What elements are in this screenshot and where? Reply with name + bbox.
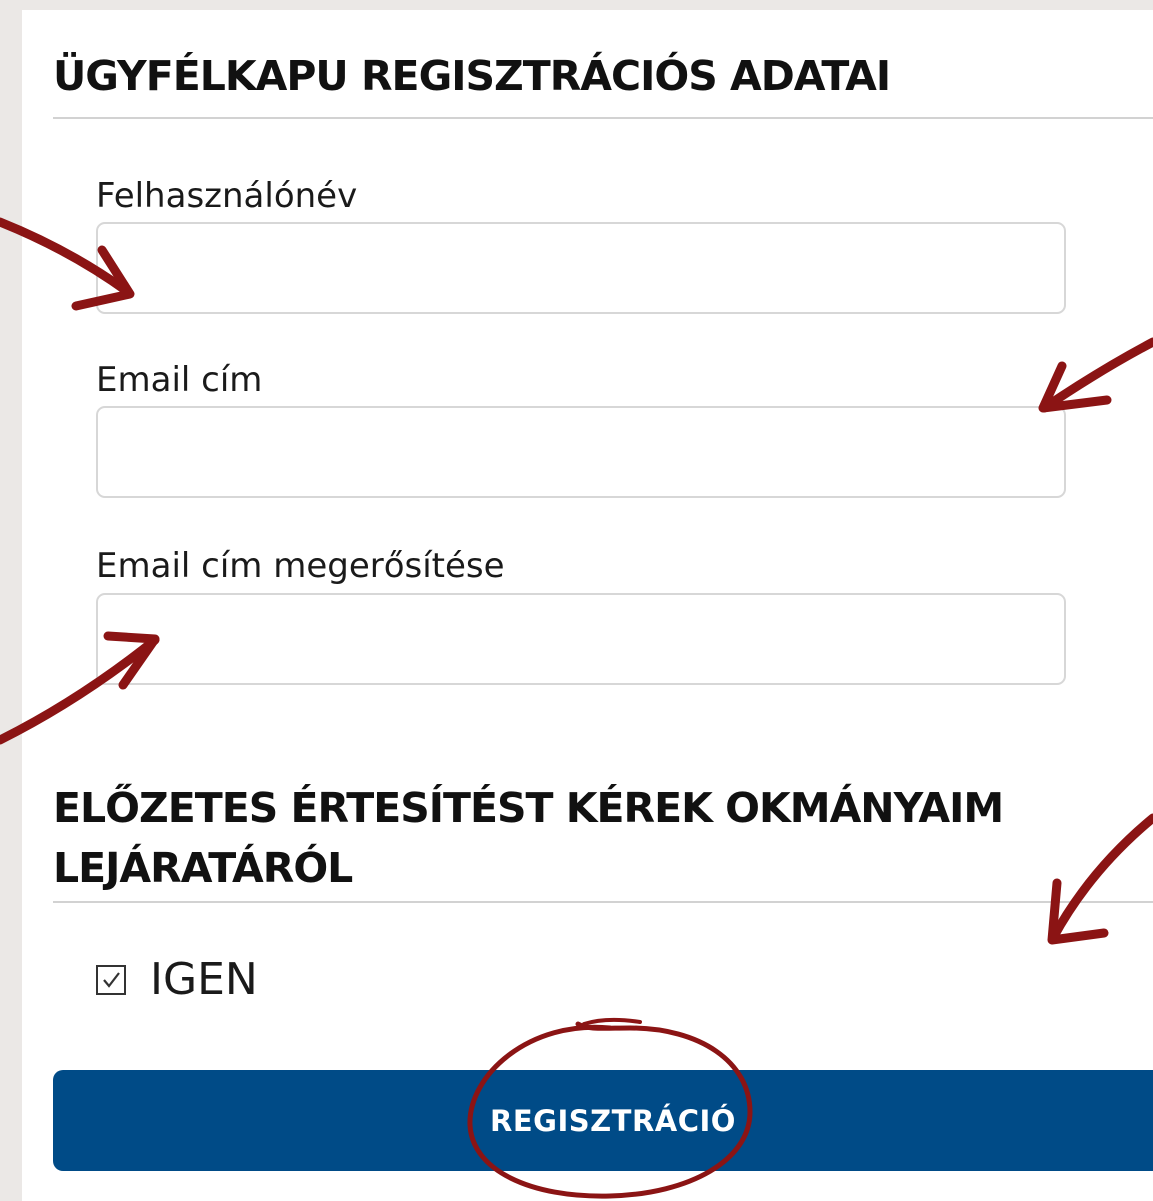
section-title-line-1: ELŐZETES ÉRTESÍTÉST KÉREK OKMÁNYAIM [53, 784, 1004, 832]
divider [53, 117, 1153, 119]
register-button[interactable]: REGISZTRÁCIÓ [53, 1070, 1153, 1171]
email-confirm-label: Email cím megerősítése [96, 546, 505, 586]
username-label: Felhasználónév [96, 176, 358, 216]
registration-panel: ÜGYFÉLKAPU REGISZTRÁCIÓS ADATAI Felhaszn… [22, 10, 1153, 1201]
email-label: Email cím [96, 360, 263, 400]
notification-checkbox-row[interactable]: IGEN [96, 953, 258, 1007]
section-title-notification: ELŐZETES ÉRTESÍTÉST KÉREK OKMÁNYAIM LEJÁ… [53, 778, 1004, 898]
checkbox-label: IGEN [150, 954, 258, 1005]
section-title-line-2: LEJÁRATÁRÓL [53, 844, 353, 892]
notification-checkbox[interactable] [96, 965, 126, 995]
checkmark-icon [103, 972, 120, 988]
section-title-registration: ÜGYFÉLKAPU REGISZTRÁCIÓS ADATAI [53, 52, 891, 100]
email-confirm-input[interactable] [96, 593, 1066, 685]
username-input[interactable] [96, 222, 1066, 314]
divider [53, 901, 1153, 903]
email-input[interactable] [96, 406, 1066, 498]
